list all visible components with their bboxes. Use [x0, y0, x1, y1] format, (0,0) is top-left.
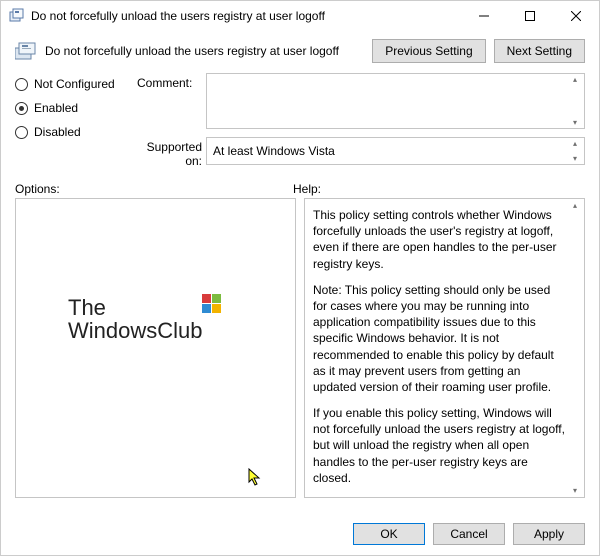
radio-dot-icon: [19, 106, 24, 111]
radio-circle-icon: [15, 126, 28, 139]
supported-on-label: Supported on:: [137, 137, 202, 168]
app-icon: [9, 8, 25, 24]
scrollbar[interactable]: ▴ ▾: [568, 201, 582, 495]
help-paragraph: If you disable or do not configure this …: [313, 496, 566, 498]
next-setting-button[interactable]: Next Setting: [494, 39, 585, 63]
radio-circle-icon: [15, 102, 28, 115]
maximize-button[interactable]: [507, 1, 553, 31]
titlebar: Do not forcefully unload the users regis…: [1, 1, 599, 31]
scroll-down-icon[interactable]: ▾: [568, 486, 582, 495]
supported-on-value: At least Windows Vista: [213, 144, 335, 158]
logo-line2: WindowsClub: [68, 319, 203, 342]
close-button[interactable]: [553, 1, 599, 31]
section-labels: Options: Help:: [15, 182, 585, 196]
minimize-button[interactable]: [461, 1, 507, 31]
scroll-up-icon[interactable]: ▴: [568, 139, 582, 148]
options-panel: The WindowsClub: [15, 198, 296, 498]
window-title: Do not forcefully unload the users regis…: [31, 9, 461, 23]
previous-setting-button[interactable]: Previous Setting: [372, 39, 485, 63]
options-label: Options:: [15, 182, 293, 196]
radio-enabled[interactable]: Enabled: [15, 101, 133, 115]
state-radios: Not Configured Enabled Disabled: [15, 73, 133, 139]
help-paragraph: This policy setting controls whether Win…: [313, 207, 566, 272]
help-paragraph: Note: This policy setting should only be…: [313, 282, 566, 395]
help-label: Help:: [293, 182, 321, 196]
radio-disabled[interactable]: Disabled: [15, 125, 133, 139]
scroll-up-icon[interactable]: ▴: [568, 201, 582, 210]
scrollbar[interactable]: ▴ ▾: [568, 139, 582, 163]
policy-icon: [15, 41, 37, 61]
radio-label: Not Configured: [34, 77, 115, 91]
policy-title: Do not forcefully unload the users regis…: [45, 44, 364, 58]
help-text: This policy setting controls whether Win…: [305, 199, 584, 498]
policy-dialog: Do not forcefully unload the users regis…: [0, 0, 600, 556]
panels-row: The WindowsClub This policy setting cont…: [15, 198, 585, 498]
logo-flag-icon: [202, 294, 222, 317]
scroll-down-icon[interactable]: ▾: [568, 118, 582, 127]
radio-not-configured[interactable]: Not Configured: [15, 77, 133, 91]
comment-textarea[interactable]: ▴ ▾: [206, 73, 585, 129]
supported-on-box: At least Windows Vista ▴ ▾: [206, 137, 585, 165]
settings-grid: Not Configured Enabled Disabled Comment:…: [15, 73, 585, 168]
radio-label: Enabled: [34, 101, 78, 115]
logo-line1: The: [68, 297, 203, 319]
scroll-down-icon[interactable]: ▾: [568, 154, 582, 163]
apply-button[interactable]: Apply: [513, 523, 585, 545]
radio-circle-icon: [15, 78, 28, 91]
radio-label: Disabled: [34, 125, 81, 139]
comment-label: Comment:: [137, 73, 202, 90]
scroll-up-icon[interactable]: ▴: [568, 75, 582, 84]
scrollbar[interactable]: ▴ ▾: [568, 75, 582, 127]
cancel-button[interactable]: Cancel: [433, 523, 505, 545]
ok-button[interactable]: OK: [353, 523, 425, 545]
help-panel: This policy setting controls whether Win…: [304, 198, 585, 498]
help-paragraph: If you enable this policy setting, Windo…: [313, 405, 566, 486]
watermark-logo: The WindowsClub: [68, 297, 203, 342]
header-row: Do not forcefully unload the users regis…: [15, 39, 585, 63]
dialog-footer: OK Cancel Apply: [1, 515, 599, 555]
content-area: Do not forcefully unload the users regis…: [1, 31, 599, 515]
